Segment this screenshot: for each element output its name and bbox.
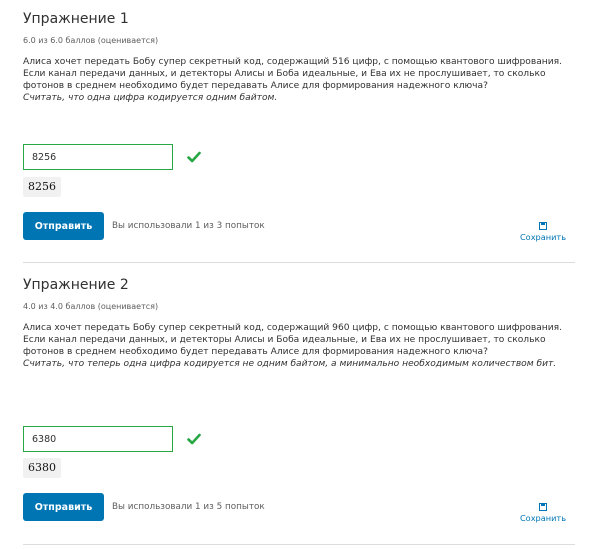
save-button[interactable]: Сохранить <box>513 503 573 527</box>
answer-input[interactable] <box>23 144 173 170</box>
submit-button[interactable]: Отправить <box>23 493 104 521</box>
checkmark-icon <box>187 433 201 445</box>
save-label: Сохранить <box>519 232 567 242</box>
checkmark-icon <box>187 151 201 163</box>
save-icon <box>539 503 547 511</box>
problem-progress: 4.0 из 4.0 баллов (оценивается) <box>23 302 159 311</box>
answer-input[interactable] <box>23 426 173 452</box>
problem-text: Алиса хочет передать Бобу супер секретны… <box>23 56 575 104</box>
math-preview: 6380 <box>23 458 61 478</box>
divider <box>23 544 575 545</box>
problem-text: Алиса хочет передать Бобу супер секретны… <box>23 322 575 370</box>
problem-note: Считать, что одна цифра кодируется одним… <box>23 93 278 104</box>
problem-title: Упражнение 2 <box>23 277 129 293</box>
submit-button[interactable]: Отправить <box>23 212 104 240</box>
divider <box>23 262 575 263</box>
save-button[interactable]: Сохранить <box>513 222 573 246</box>
problem-progress: 6.0 из 6.0 баллов (оценивается) <box>23 36 159 45</box>
save-icon <box>539 222 547 230</box>
problem-1: Упражнение 1 6.0 из 6.0 баллов (оценивае… <box>23 10 575 250</box>
attempts-counter: Вы использовали 1 из 3 попыток <box>112 221 265 231</box>
problem-title: Упражнение 1 <box>23 11 129 27</box>
problem-question: Алиса хочет передать Бобу супер секретны… <box>23 57 563 92</box>
problem-note: Считать, что теперь одна цифра кодируетс… <box>23 359 557 370</box>
problem-question: Алиса хочет передать Бобу супер секретны… <box>23 323 563 358</box>
save-label: Сохранить <box>519 513 567 523</box>
problem-2: Упражнение 2 4.0 из 4.0 баллов (оценивае… <box>23 276 575 536</box>
attempts-counter: Вы использовали 1 из 5 попыток <box>112 502 265 512</box>
math-preview: 8256 <box>23 177 61 197</box>
